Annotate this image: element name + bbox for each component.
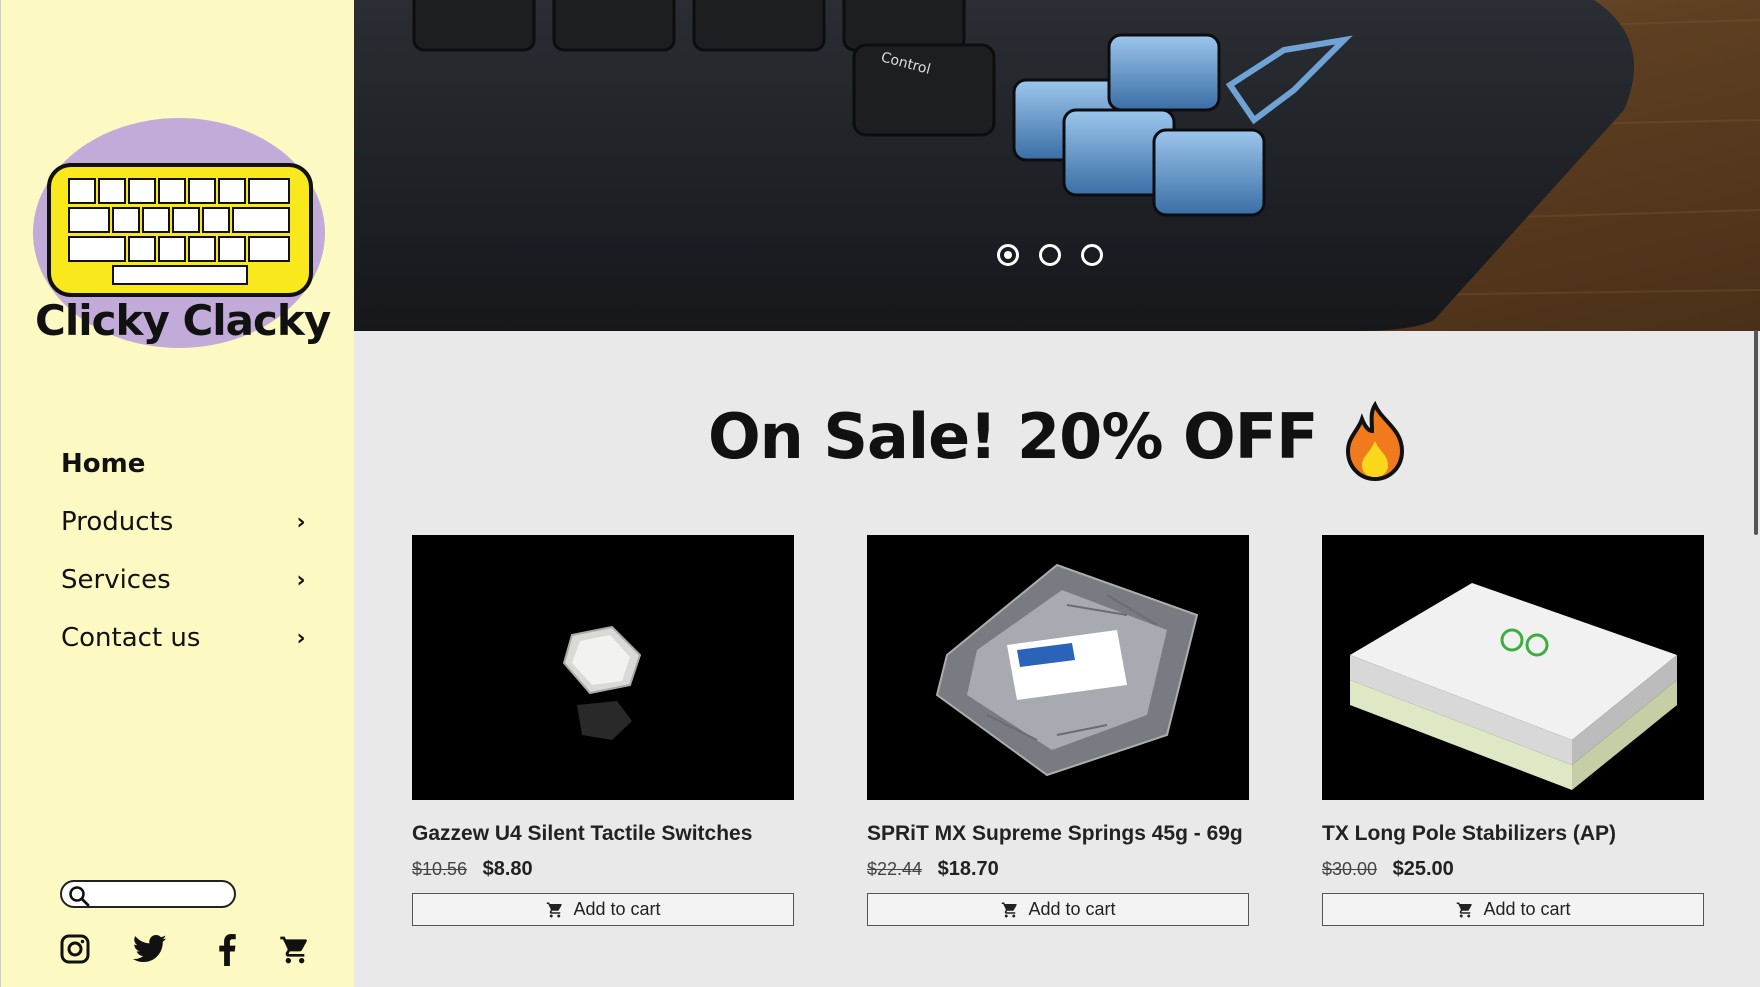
product-price: $30.00 $25.00 (1322, 858, 1704, 881)
carousel-dot-1[interactable] (997, 244, 1019, 266)
nav-item-services[interactable]: Services › (61, 551, 311, 609)
cart-icon[interactable] (279, 934, 311, 966)
add-to-cart-button[interactable]: Add to cart (1322, 893, 1704, 926)
original-price: $22.44 (867, 859, 923, 879)
cart-icon (547, 902, 563, 917)
sale-price: $25.00 (1392, 858, 1454, 880)
twitter-icon[interactable] (133, 934, 167, 964)
product-name[interactable]: TX Long Pole Stabilizers (AP) (1322, 822, 1704, 846)
cart-icon (1457, 902, 1473, 917)
carousel-dot-2[interactable] (1039, 244, 1061, 266)
nav-item-home[interactable]: Home (61, 435, 311, 493)
brand-name: Clicky Clacky (35, 296, 331, 345)
hero-image: Control (354, 0, 1760, 331)
product-image[interactable] (1322, 535, 1704, 800)
product-price: $22.44 $18.70 (867, 858, 1249, 881)
sale-price: $18.70 (937, 858, 999, 880)
product-card[interactable]: Gazzew U4 Silent Tactile Switches $10.56… (412, 535, 794, 926)
chevron-right-icon: › (296, 567, 306, 593)
add-to-cart-button[interactable]: Add to cart (412, 893, 794, 926)
chevron-right-icon: › (296, 625, 306, 651)
sale-heading: On Sale! 20% OFF (354, 400, 1760, 481)
nav-item-label: Products (61, 507, 174, 537)
product-price: $10.56 $8.80 (412, 858, 794, 881)
search-icon[interactable] (68, 885, 90, 907)
nav-item-label: Services (61, 565, 171, 595)
add-to-cart-label: Add to cart (1028, 899, 1116, 919)
product-card[interactable]: TX Long Pole Stabilizers (AP) $30.00 $25… (1322, 535, 1704, 926)
sale-price: $8.80 (482, 858, 533, 880)
chevron-right-icon: › (296, 509, 306, 535)
sidebar: Clicky Clacky Home Products › Services ›… (0, 0, 354, 987)
product-card[interactable]: SPRiT MX Supreme Springs 45g - 69g $22.4… (867, 535, 1249, 926)
add-to-cart-label: Add to cart (573, 899, 661, 919)
nav-item-contact[interactable]: Contact us › (61, 609, 311, 667)
product-name[interactable]: SPRiT MX Supreme Springs 45g - 69g (867, 822, 1249, 846)
nav-item-label: Contact us (61, 623, 201, 653)
product-name[interactable]: Gazzew U4 Silent Tactile Switches (412, 822, 794, 846)
carousel-dots (997, 244, 1103, 266)
instagram-icon[interactable] (60, 934, 90, 964)
add-to-cart-label: Add to cart (1483, 899, 1571, 919)
product-image[interactable] (412, 535, 794, 800)
nav-item-label: Home (61, 449, 146, 479)
nav-item-products[interactable]: Products › (61, 493, 311, 551)
original-price: $30.00 (1322, 859, 1378, 879)
original-price: $10.56 (412, 859, 468, 879)
add-to-cart-button[interactable]: Add to cart (867, 893, 1249, 926)
search-input[interactable] (94, 884, 234, 906)
sale-title-text: On Sale! 20% OFF (707, 400, 1318, 473)
search-box (60, 880, 236, 908)
carousel-dot-3[interactable] (1081, 244, 1103, 266)
hero-carousel[interactable]: Control (354, 0, 1760, 331)
cart-icon (1002, 902, 1018, 917)
product-image[interactable] (867, 535, 1249, 800)
main-nav: Home Products › Services › Contact us › (61, 435, 311, 667)
fire-icon (1346, 400, 1405, 481)
facebook-icon[interactable] (217, 934, 237, 966)
